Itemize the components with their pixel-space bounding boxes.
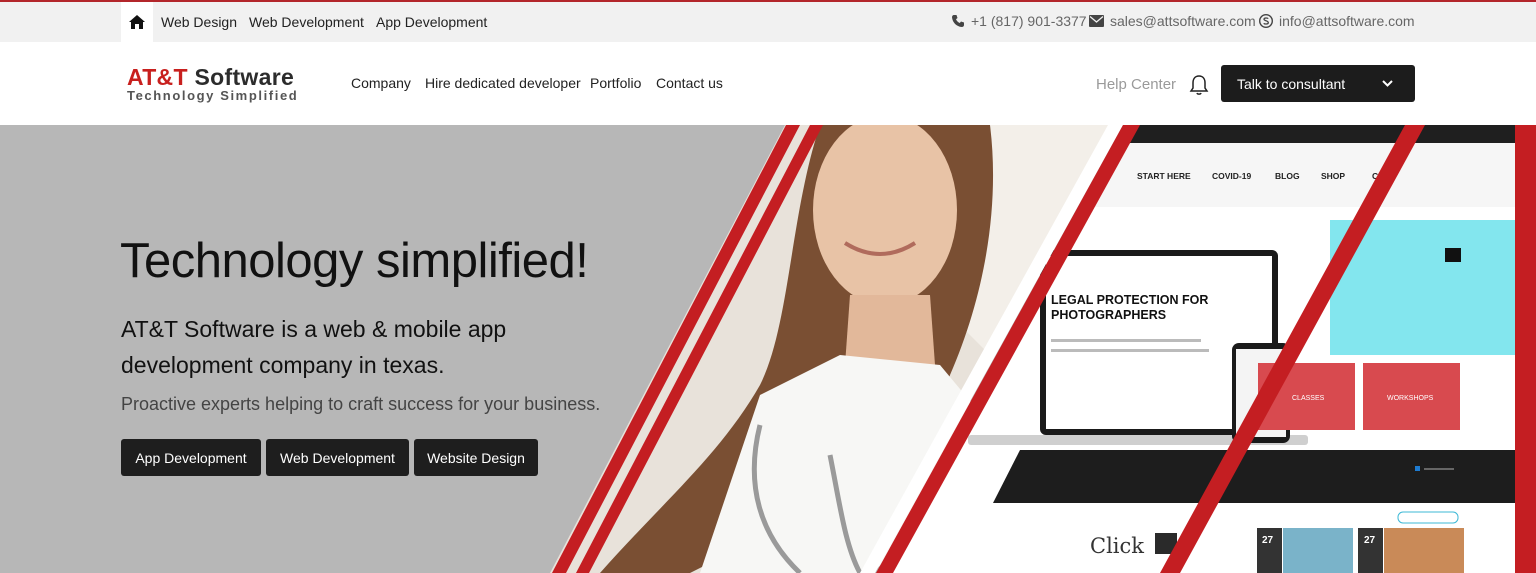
app-development-button[interactable]: App Development: [121, 439, 261, 476]
phone-number: +1 (817) 901-3377: [971, 13, 1087, 29]
top-bar: Web Design Web Development App Developme…: [0, 2, 1536, 42]
mockup-date-2: 27: [1364, 535, 1376, 546]
hero-banner: START HERE COVID-19 BLOG SHOP CO LEGAL P…: [0, 125, 1536, 573]
logo-brand-part2: Software: [194, 64, 295, 90]
mockup-search-box: [1445, 248, 1461, 262]
mockup-date-1: 27: [1262, 535, 1274, 546]
talk-to-consultant-button[interactable]: Talk to consultant: [1221, 65, 1415, 102]
mockup-dark-band: [993, 450, 1536, 503]
mockup-menu-item: START HERE: [1137, 171, 1191, 181]
home-link[interactable]: [121, 2, 153, 42]
mockup-header-bar: [1116, 125, 1536, 143]
topbar-link-web-design[interactable]: Web Design: [161, 14, 237, 30]
skype-address: info@attsoftware.com: [1279, 13, 1415, 29]
email-link[interactable]: sales@attsoftware.com: [1089, 13, 1256, 29]
mockup-headline-line1: LEGAL PROTECTION FOR: [1051, 293, 1208, 307]
phone-icon: [952, 15, 964, 27]
mockup-image-thumb: [1384, 528, 1464, 573]
nav-item-portfolio[interactable]: Portfolio: [590, 75, 641, 91]
nav-item-company[interactable]: Company: [351, 75, 411, 91]
main-header: AT&T Software Technology Simplified Comp…: [0, 42, 1536, 125]
mockup-script-text: Click: [1090, 534, 1144, 558]
hero-subtitle: AT&T Software is a web & mobile app deve…: [121, 316, 507, 378]
consult-label: Talk to consultant: [1237, 75, 1346, 92]
skype-link[interactable]: info@attsoftware.com: [1259, 13, 1415, 29]
topbar-link-app-development[interactable]: App Development: [376, 14, 487, 30]
logo-brand-part1: AT&T: [127, 64, 188, 90]
email-address: sales@attsoftware.com: [1110, 13, 1256, 29]
mockup-image-thumb: [1283, 528, 1353, 573]
hero-title: Technology simplified!: [120, 234, 589, 288]
mockup-card-label: WORKSHOPS: [1387, 395, 1434, 402]
skype-icon: [1259, 14, 1273, 28]
mockup-menu-item: COVID-19: [1212, 171, 1251, 181]
person-neck: [845, 295, 935, 365]
chevron-down-icon: [1382, 80, 1393, 87]
home-icon: [129, 15, 145, 29]
topbar-link-web-development[interactable]: Web Development: [249, 14, 364, 30]
website-design-button[interactable]: Website Design: [414, 439, 538, 476]
envelope-icon: [1089, 15, 1104, 27]
mockup-menu-item: BLOG: [1275, 171, 1300, 181]
web-development-button[interactable]: Web Development: [266, 439, 409, 476]
bell-icon[interactable]: [1189, 74, 1209, 96]
nav-item-contact[interactable]: Contact us: [656, 75, 723, 91]
logo-tagline: Technology Simplified: [127, 88, 299, 103]
nav-item-hire-developer[interactable]: Hire dedicated developer: [425, 75, 581, 91]
phone-link[interactable]: +1 (817) 901-3377: [951, 13, 1087, 29]
hero-description: Proactive experts helping to craft succe…: [121, 394, 601, 414]
mockup-card-label: CLASSES: [1292, 395, 1325, 402]
help-center-link[interactable]: Help Center: [1096, 76, 1176, 93]
mockup-headline-line2: PHOTOGRAPHERS: [1051, 308, 1166, 322]
diagonal-stripe-red: [1515, 125, 1536, 573]
mockup-menu-item: SHOP: [1321, 171, 1345, 181]
